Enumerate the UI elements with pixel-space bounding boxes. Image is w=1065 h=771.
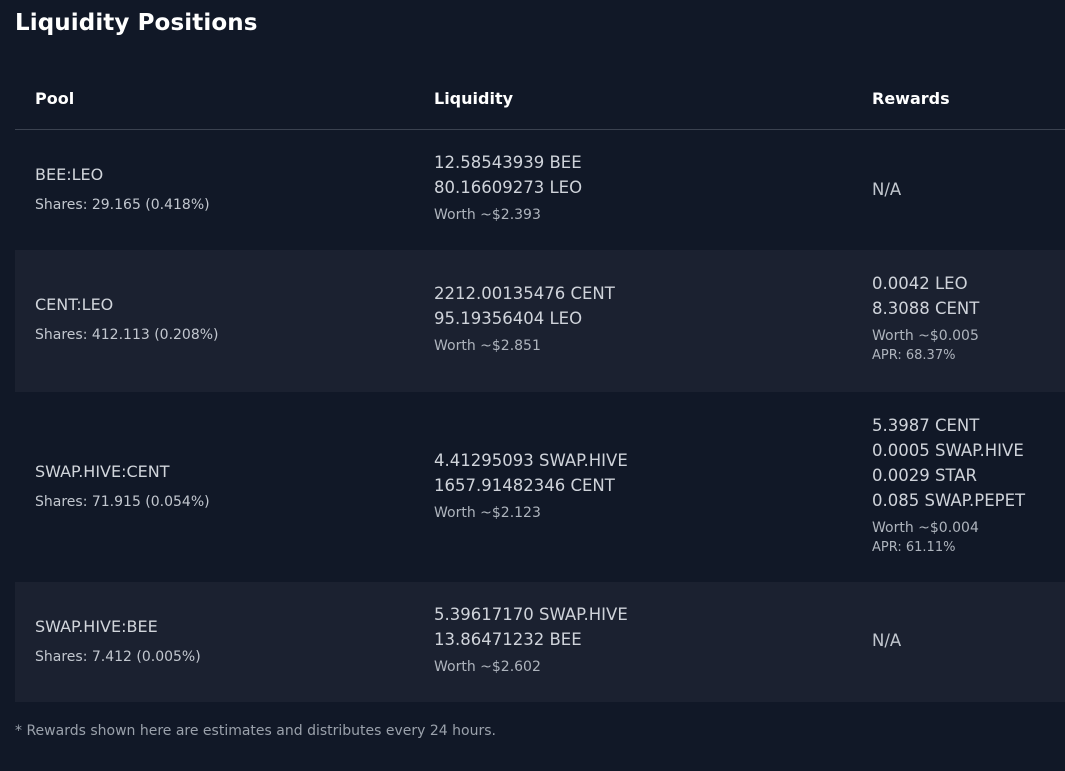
reward-amount: 5.3987 CENT xyxy=(872,416,980,435)
pool-shares: Shares: 7.412 (0.005%) xyxy=(35,649,201,665)
liquidity-amount: 95.19356404 LEO xyxy=(434,309,583,328)
table-row: BEE:LEO Shares: 29.165 (0.418%) 12.58543… xyxy=(15,130,1065,250)
table-row: CENT:LEO Shares: 412.113 (0.208%) 2212.0… xyxy=(15,250,1065,392)
rewards-cell: N/A xyxy=(872,180,901,199)
rewards-worth: Worth ~$0.005 xyxy=(872,328,979,344)
reward-amount: 0.0029 STAR xyxy=(872,466,978,485)
pool-name: CENT:LEO xyxy=(35,295,114,314)
pool-cell: SWAP.HIVE:BEE Shares: 7.412 (0.005%) xyxy=(35,617,201,666)
rewards-cell: N/A xyxy=(872,631,901,650)
liquidity-cell: 12.58543939 BEE 80.16609273 LEO Worth ~$… xyxy=(434,150,582,224)
liquidity-positions-page: Liquidity Positions Pool Liquidity Rewar… xyxy=(0,0,1065,771)
rewards-cell: 5.3987 CENT 0.0005 SWAP.HIVE 0.0029 STAR… xyxy=(872,413,1025,556)
liquidity-amount: 1657.91482346 CENT xyxy=(434,476,615,495)
reward-amount: 0.0005 SWAP.HIVE xyxy=(872,441,1024,460)
table-header: Pool Liquidity Rewards xyxy=(15,68,1065,130)
liquidity-amount: 13.86471232 BEE xyxy=(434,630,582,649)
rewards-footnote: * Rewards shown here are estimates and d… xyxy=(15,723,496,739)
liquidity-worth: Worth ~$2.123 xyxy=(434,505,541,521)
rewards-worth: Worth ~$0.004 xyxy=(872,520,979,536)
liquidity-table: Pool Liquidity Rewards BEE:LEO Shares: 2… xyxy=(15,68,1065,702)
liquidity-amount: 80.16609273 LEO xyxy=(434,178,583,197)
column-header-pool: Pool xyxy=(35,89,75,108)
pool-shares: Shares: 71.915 (0.054%) xyxy=(35,494,210,510)
rewards-apr: APR: 68.37% xyxy=(872,348,956,363)
liquidity-worth: Worth ~$2.602 xyxy=(434,659,541,675)
liquidity-cell: 2212.00135476 CENT 95.19356404 LEO Worth… xyxy=(434,281,615,355)
liquidity-amount: 5.39617170 SWAP.HIVE xyxy=(434,605,628,624)
table-row: SWAP.HIVE:CENT Shares: 71.915 (0.054%) 4… xyxy=(15,392,1065,582)
table-row: SWAP.HIVE:BEE Shares: 7.412 (0.005%) 5.3… xyxy=(15,582,1065,702)
liquidity-worth: Worth ~$2.393 xyxy=(434,207,541,223)
rewards-cell: 0.0042 LEO 8.3088 CENT Worth ~$0.005 APR… xyxy=(872,271,979,364)
rewards-na: N/A xyxy=(872,631,902,650)
liquidity-amount: 4.41295093 SWAP.HIVE xyxy=(434,451,628,470)
pool-shares: Shares: 412.113 (0.208%) xyxy=(35,327,219,343)
pool-shares: Shares: 29.165 (0.418%) xyxy=(35,197,210,213)
reward-amount: 8.3088 CENT xyxy=(872,299,980,318)
pool-name: SWAP.HIVE:BEE xyxy=(35,617,158,636)
pool-cell: BEE:LEO Shares: 29.165 (0.418%) xyxy=(35,165,210,214)
pool-cell: CENT:LEO Shares: 412.113 (0.208%) xyxy=(35,295,219,344)
pool-name: BEE:LEO xyxy=(35,165,104,184)
rewards-apr: APR: 61.11% xyxy=(872,540,956,555)
reward-amount: 0.0042 LEO xyxy=(872,274,968,293)
rewards-na: N/A xyxy=(872,180,902,199)
page-title: Liquidity Positions xyxy=(15,10,258,36)
liquidity-amount: 2212.00135476 CENT xyxy=(434,284,615,303)
column-header-rewards: Rewards xyxy=(872,89,950,108)
liquidity-amount: 12.58543939 BEE xyxy=(434,153,582,172)
liquidity-cell: 4.41295093 SWAP.HIVE 1657.91482346 CENT … xyxy=(434,448,628,522)
reward-amount: 0.085 SWAP.PEPET xyxy=(872,491,1026,510)
column-header-liquidity: Liquidity xyxy=(434,89,514,108)
pool-cell: SWAP.HIVE:CENT Shares: 71.915 (0.054%) xyxy=(35,462,210,511)
liquidity-cell: 5.39617170 SWAP.HIVE 13.86471232 BEE Wor… xyxy=(434,602,628,676)
pool-name: SWAP.HIVE:CENT xyxy=(35,462,170,481)
liquidity-worth: Worth ~$2.851 xyxy=(434,338,541,354)
